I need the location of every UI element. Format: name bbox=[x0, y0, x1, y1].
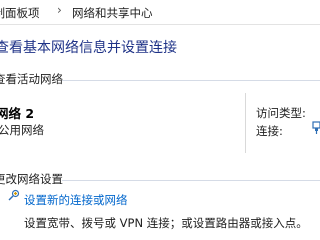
setup-new-connection-description: 设置宽带、拨号或 VPN 连接；或设置路由器或接入点。 bbox=[24, 216, 308, 230]
breadcrumb-control-panel-items[interactable]: 控制面板项 bbox=[0, 5, 40, 21]
ethernet-connection-icon[interactable] bbox=[312, 121, 320, 135]
vertical-divider bbox=[245, 93, 246, 153]
setup-new-connection-link[interactable]: 设置新的连接或网络 bbox=[24, 192, 128, 208]
network-type[interactable]: 公用网络 bbox=[0, 122, 44, 138]
page-title: 查看基本网络信息并设置连接 bbox=[0, 40, 177, 56]
access-type-label: 访问类型: bbox=[256, 106, 306, 120]
change-settings-heading: 更改网络设置 bbox=[0, 172, 63, 186]
breadcrumb-network-sharing-center[interactable]: 网络和共享中心 bbox=[72, 5, 153, 21]
network-sharing-center: 控制面板项 › 网络和共享中心 查看基本网络信息并设置连接 查看活动网络 网络 … bbox=[0, 0, 320, 240]
section-divider bbox=[62, 180, 320, 181]
address-bar[interactable]: 控制面板项 › 网络和共享中心 bbox=[0, 0, 320, 25]
connections-label: 连接: bbox=[256, 124, 283, 138]
breadcrumb-separator-icon[interactable]: › bbox=[57, 3, 62, 17]
network-name: 网络 2 bbox=[0, 106, 35, 121]
active-networks-heading: 查看活动网络 bbox=[0, 72, 63, 86]
new-connection-icon[interactable] bbox=[7, 189, 20, 202]
section-divider bbox=[62, 80, 320, 81]
